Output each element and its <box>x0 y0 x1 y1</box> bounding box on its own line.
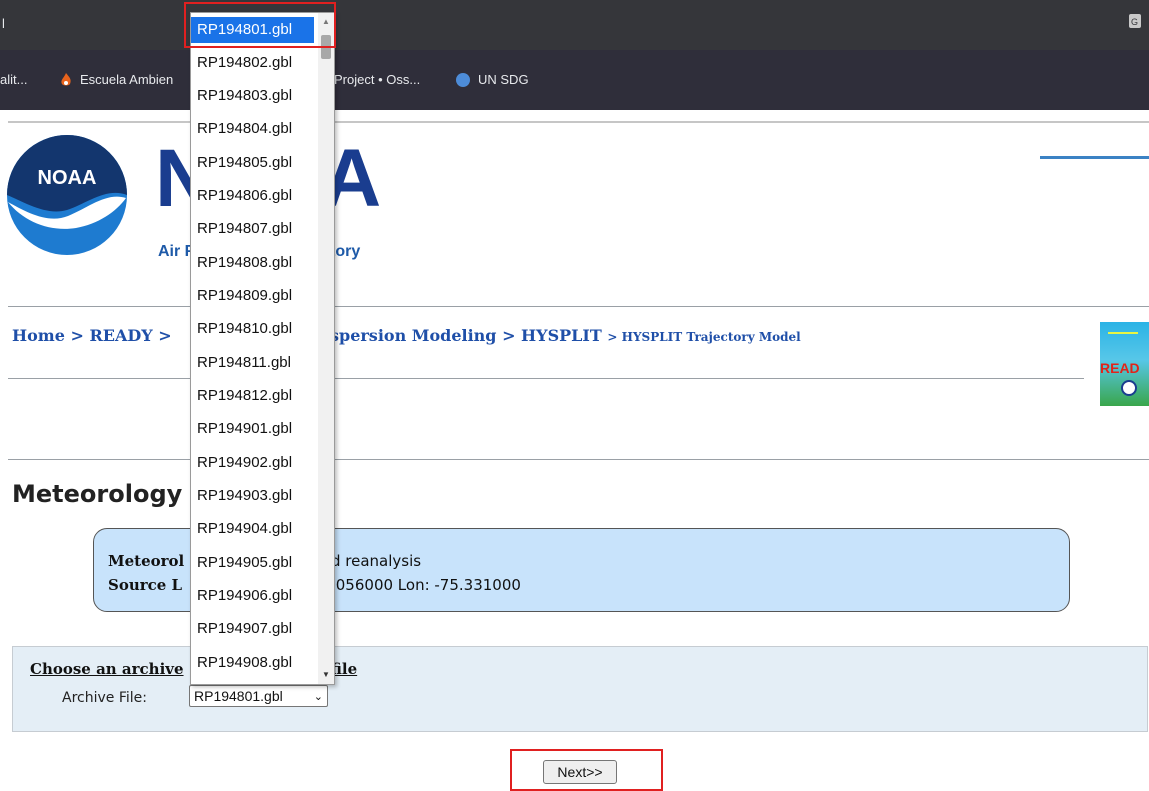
dropdown-option[interactable]: RP194903.gbl <box>197 483 292 509</box>
meteorology-label: Meteorol <box>108 552 185 570</box>
browser-title-bar: l G <box>0 0 1149 50</box>
next-button-highlight <box>510 749 663 791</box>
page-title: Meteorology <box>12 480 183 508</box>
dropdown-option[interactable]: RP194907.gbl <box>197 616 292 642</box>
selected-option-highlight <box>184 2 336 48</box>
breadcrumb-hysplit[interactable]: > HYSPLIT <box>502 326 602 345</box>
ready-logo[interactable]: READ <box>1100 322 1149 406</box>
meteorology-value: d reanalysis <box>331 552 422 570</box>
flame-icon <box>61 72 71 85</box>
ready-logo-text: READ <box>1100 360 1140 376</box>
dropdown-option[interactable]: RP194802.gbl <box>197 50 292 76</box>
dropdown-option[interactable]: RP194902.gbl <box>197 450 292 476</box>
breadcrumb-dispersion[interactable]: spersion Modeling <box>330 326 497 345</box>
source-location-label: Source L <box>108 576 183 594</box>
archive-file-label: Archive File: <box>62 690 147 706</box>
dropdown-option[interactable]: RP194906.gbl <box>197 583 292 609</box>
bookmark-active-indicator <box>1040 156 1149 159</box>
bookmark-item[interactable]: Escuela Ambien <box>60 72 173 87</box>
dropdown-option[interactable]: RP194810.gbl <box>197 316 292 342</box>
divider <box>8 459 1149 460</box>
dropdown-option[interactable]: RP194905.gbl <box>197 550 292 576</box>
dropdown-option[interactable]: RP194803.gbl <box>197 83 292 109</box>
chevron-down-icon: ⌄ <box>313 690 323 703</box>
bookmark-item[interactable]: Project • Oss... <box>334 72 420 87</box>
archive-select-value: RP194801.gbl <box>194 688 283 704</box>
archive-file-dropdown-list[interactable]: RP194801.gbl RP194802.gbl RP194803.gbl R… <box>190 12 335 685</box>
choose-archive-label: Choose an archive <box>30 660 184 678</box>
svg-text:G: G <box>1131 17 1138 27</box>
bookmark-label: Escuela Ambien <box>80 72 174 87</box>
divider <box>8 378 1084 379</box>
scroll-down-arrow-icon[interactable]: ▼ <box>321 670 331 680</box>
breadcrumb-home[interactable]: Home <box>12 326 65 345</box>
noaa-mini-icon <box>1121 380 1137 396</box>
breadcrumb-ready[interactable]: > READY <box>70 326 152 345</box>
arrow-icon <box>1108 332 1138 334</box>
bookmark-item[interactable]: alit... <box>0 72 27 87</box>
bookmarks-bar: alit... Escuela Ambien Project • Oss... … <box>0 50 1149 159</box>
bookmark-label: Project • Oss... <box>334 72 421 87</box>
tab-title[interactable]: l <box>2 16 5 31</box>
dropdown-option[interactable]: RP194805.gbl <box>197 150 292 176</box>
archive-panel <box>12 646 1148 732</box>
dropdown-option[interactable]: RP194901.gbl <box>197 416 292 442</box>
bookmark-label: alit... <box>0 72 28 87</box>
dropdown-option[interactable]: RP194808.gbl <box>197 250 292 276</box>
breadcrumb-current: > HYSPLIT Trajectory Model <box>607 330 801 344</box>
dropdown-option[interactable]: RP194908.gbl <box>197 650 292 676</box>
source-location-value: .056000 Lon: -75.331000 <box>331 576 521 594</box>
dropdown-option[interactable]: RP194904.gbl <box>197 516 292 542</box>
breadcrumb-tail: spersion Modeling > HYSPLIT > HYSPLIT Tr… <box>330 326 801 345</box>
breadcrumb-separator: > <box>158 326 172 345</box>
dropdown-option[interactable]: RP194811.gbl <box>197 350 291 376</box>
dropdown-option[interactable]: RP194809.gbl <box>197 283 292 309</box>
dropdown-option[interactable]: RP194806.gbl <box>197 183 292 209</box>
divider <box>8 306 1149 307</box>
dropdown-option[interactable]: RP194812.gbl <box>197 383 292 409</box>
bookmark-label: UN SDG <box>478 72 529 87</box>
noaa-logo-text: NOAA <box>38 167 97 189</box>
divider <box>8 121 1149 123</box>
dropdown-scrollbar[interactable]: ▲ ▼ <box>318 13 334 684</box>
translate-icon[interactable]: G <box>1129 14 1143 32</box>
bookmark-item[interactable]: UN SDG <box>456 72 529 87</box>
dropdown-option[interactable]: RP194807.gbl <box>197 216 292 242</box>
site-subtitle: Air F <box>158 243 195 260</box>
breadcrumb: Home > READY > <box>12 326 172 345</box>
archive-file-select[interactable]: RP194801.gbl ⌄ <box>189 685 328 707</box>
noaa-logo[interactable]: NOAA <box>6 132 128 258</box>
un-globe-icon <box>456 72 470 87</box>
dropdown-option[interactable]: RP194804.gbl <box>197 116 292 142</box>
